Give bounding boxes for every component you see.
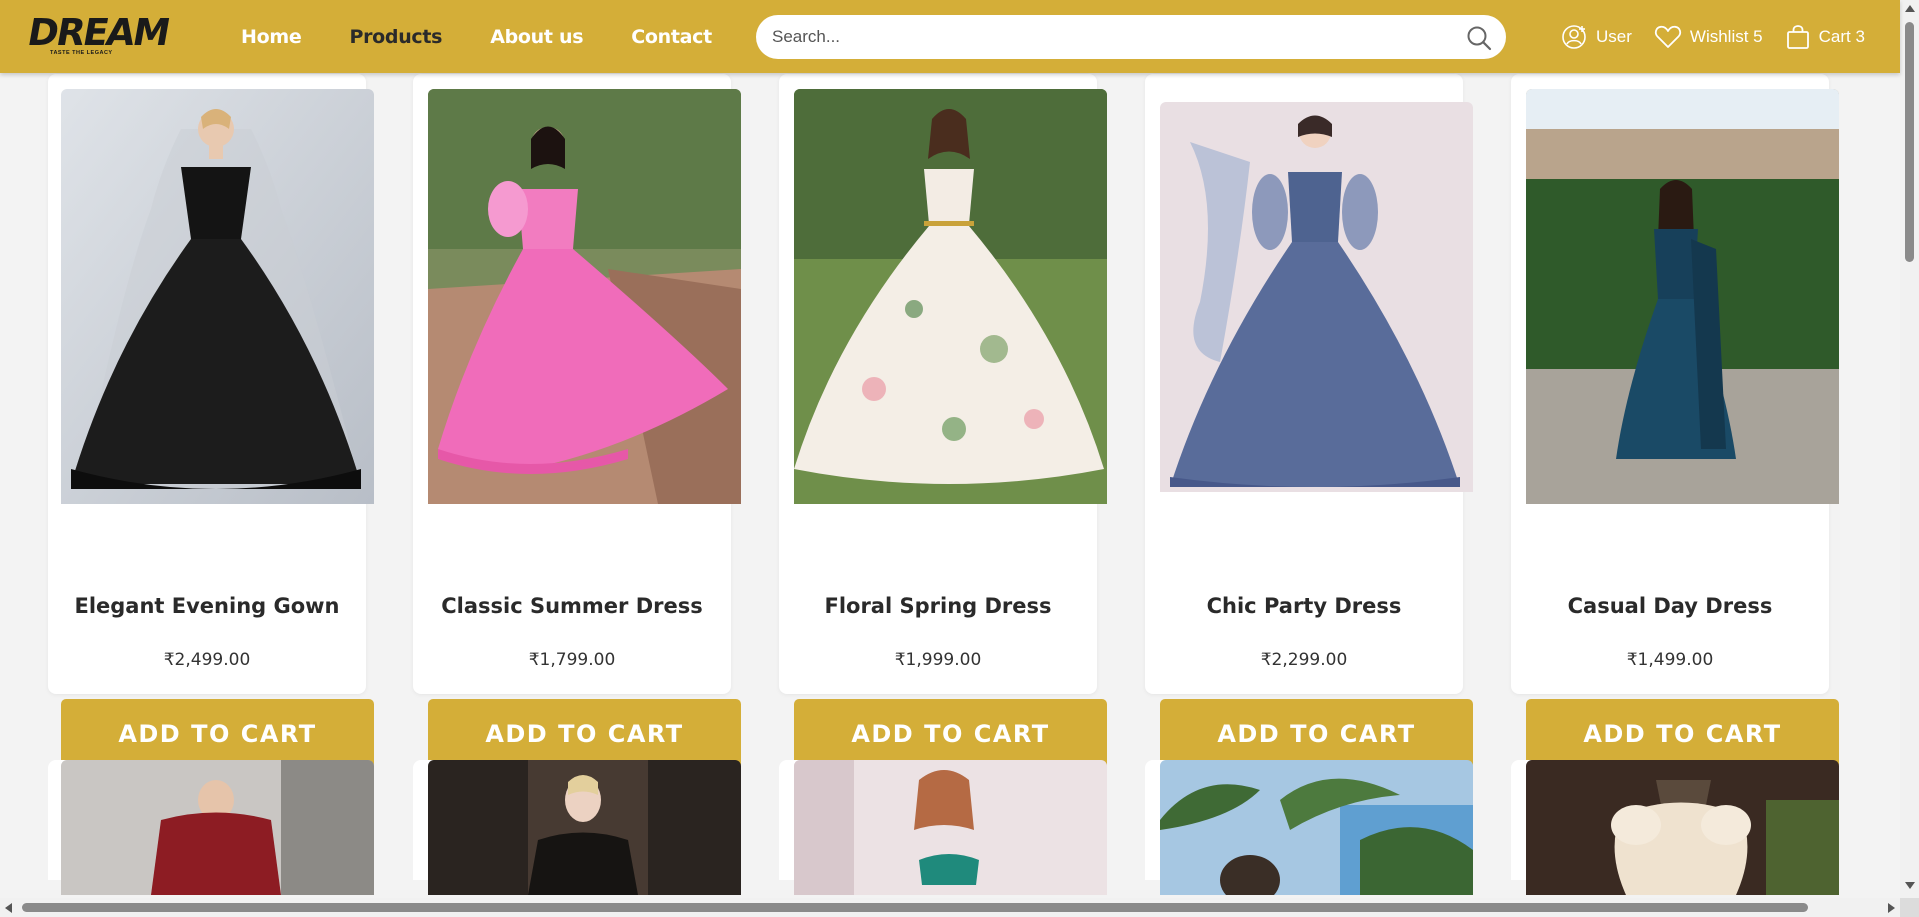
vertical-scroll-thumb[interactable] [1905,22,1914,262]
add-to-cart-button[interactable]: ADD TO CART [428,699,741,769]
product-title[interactable]: Casual Day Dress [1511,594,1829,618]
wishlist-link[interactable]: Wishlist 5 [1654,24,1763,50]
nav-contact-link[interactable]: Contact [631,26,712,48]
wishlist-label: Wishlist 5 [1689,26,1763,46]
product-card: Elegant Evening Gown ₹2,499.00 ADD TO CA… [48,74,374,769]
product-photo-summer-dress [428,89,741,504]
nav-products-link[interactable]: Products [349,26,442,48]
nav-about-link[interactable]: About us [490,26,583,48]
product-image[interactable] [1160,102,1473,492]
search-input[interactable] [772,15,1442,59]
nav-home-link[interactable]: Home [241,26,302,48]
product-photo-floral-dress [794,89,1107,504]
product-image[interactable] [794,89,1107,504]
product-photo-black-lace-dress [428,760,741,895]
user-label: User [1596,26,1632,46]
product-image[interactable] [1526,760,1839,895]
product-image[interactable] [1160,760,1473,895]
product-price: ₹1,799.00 [528,650,616,670]
product-title[interactable]: Classic Summer Dress [413,594,731,618]
add-to-cart-button[interactable]: ADD TO CART [1526,699,1839,769]
product-photo-red-dress [61,760,374,895]
add-to-cart-button[interactable]: ADD TO CART [1160,699,1473,769]
scroll-up-arrow-icon[interactable] [1905,5,1915,12]
logo-wordmark: DREAM [24,11,172,54]
scroll-down-arrow-icon[interactable] [1905,882,1915,889]
product-photo-ivory-dress [1526,760,1839,895]
add-to-cart-button[interactable]: ADD TO CART [61,699,374,769]
product-photo-evening-gown [61,89,374,504]
cart-label: Cart 3 [1818,26,1865,46]
product-price: ₹1,499.00 [1626,650,1714,670]
product-card [779,760,1107,895]
heart-icon [1654,25,1681,48]
product-price: ₹2,499.00 [163,650,251,670]
product-title[interactable]: Chic Party Dress [1145,594,1463,618]
logo-tagline: TASTE THE LEGACY [50,50,113,56]
product-card: Classic Summer Dress ₹1,799.00 ADD TO CA… [413,74,741,769]
user-link[interactable]: User [1562,24,1632,50]
product-card [1511,760,1839,895]
product-image[interactable] [428,89,741,504]
product-card: Chic Party Dress ₹2,299.00 ADD TO CART [1145,74,1473,769]
scroll-left-arrow-icon[interactable] [5,903,12,913]
vertical-scrollbar[interactable] [1900,0,1919,900]
product-card: Floral Spring Dress ₹1,999.00 ADD TO CAR… [779,74,1107,769]
search-bar [756,15,1506,59]
product-price: ₹1,999.00 [894,650,982,670]
cart-link[interactable]: Cart 3 [1785,24,1865,50]
search-icon[interactable] [1466,25,1492,51]
product-card [1145,760,1473,895]
main-nav: Home Products About us Contact [241,0,760,73]
logo[interactable]: DREAM TASTE THE LEGACY [24,11,172,60]
shopping-bag-icon [1786,24,1809,49]
user-add-icon [1562,24,1586,49]
header-actions: User Wishlist 5 Cart 3 [1562,0,1865,73]
product-image[interactable] [1526,89,1839,504]
horizontal-scroll-thumb[interactable] [22,903,1808,912]
product-title[interactable]: Floral Spring Dress [779,594,1097,618]
product-photo-palm-outdoor [1160,760,1473,895]
product-image[interactable] [61,89,374,504]
product-photo-green-two-piece [794,760,1107,895]
product-image[interactable] [794,760,1107,895]
add-to-cart-button[interactable]: ADD TO CART [794,699,1107,769]
product-photo-party-dress [1160,102,1473,492]
product-image[interactable] [61,760,374,895]
product-card: Casual Day Dress ₹1,499.00 ADD TO CART [1511,74,1839,769]
product-image[interactable] [428,760,741,895]
product-photo-casual-dress [1526,89,1839,504]
product-title[interactable]: Elegant Evening Gown [48,594,366,618]
site-header: DREAM TASTE THE LEGACY Home Products Abo… [0,0,1900,73]
product-price: ₹2,299.00 [1260,650,1348,670]
scroll-right-arrow-icon[interactable] [1888,903,1895,913]
horizontal-scrollbar[interactable] [0,898,1900,917]
product-card [413,760,741,895]
scrollbar-corner [1900,898,1919,917]
product-card [48,760,374,895]
